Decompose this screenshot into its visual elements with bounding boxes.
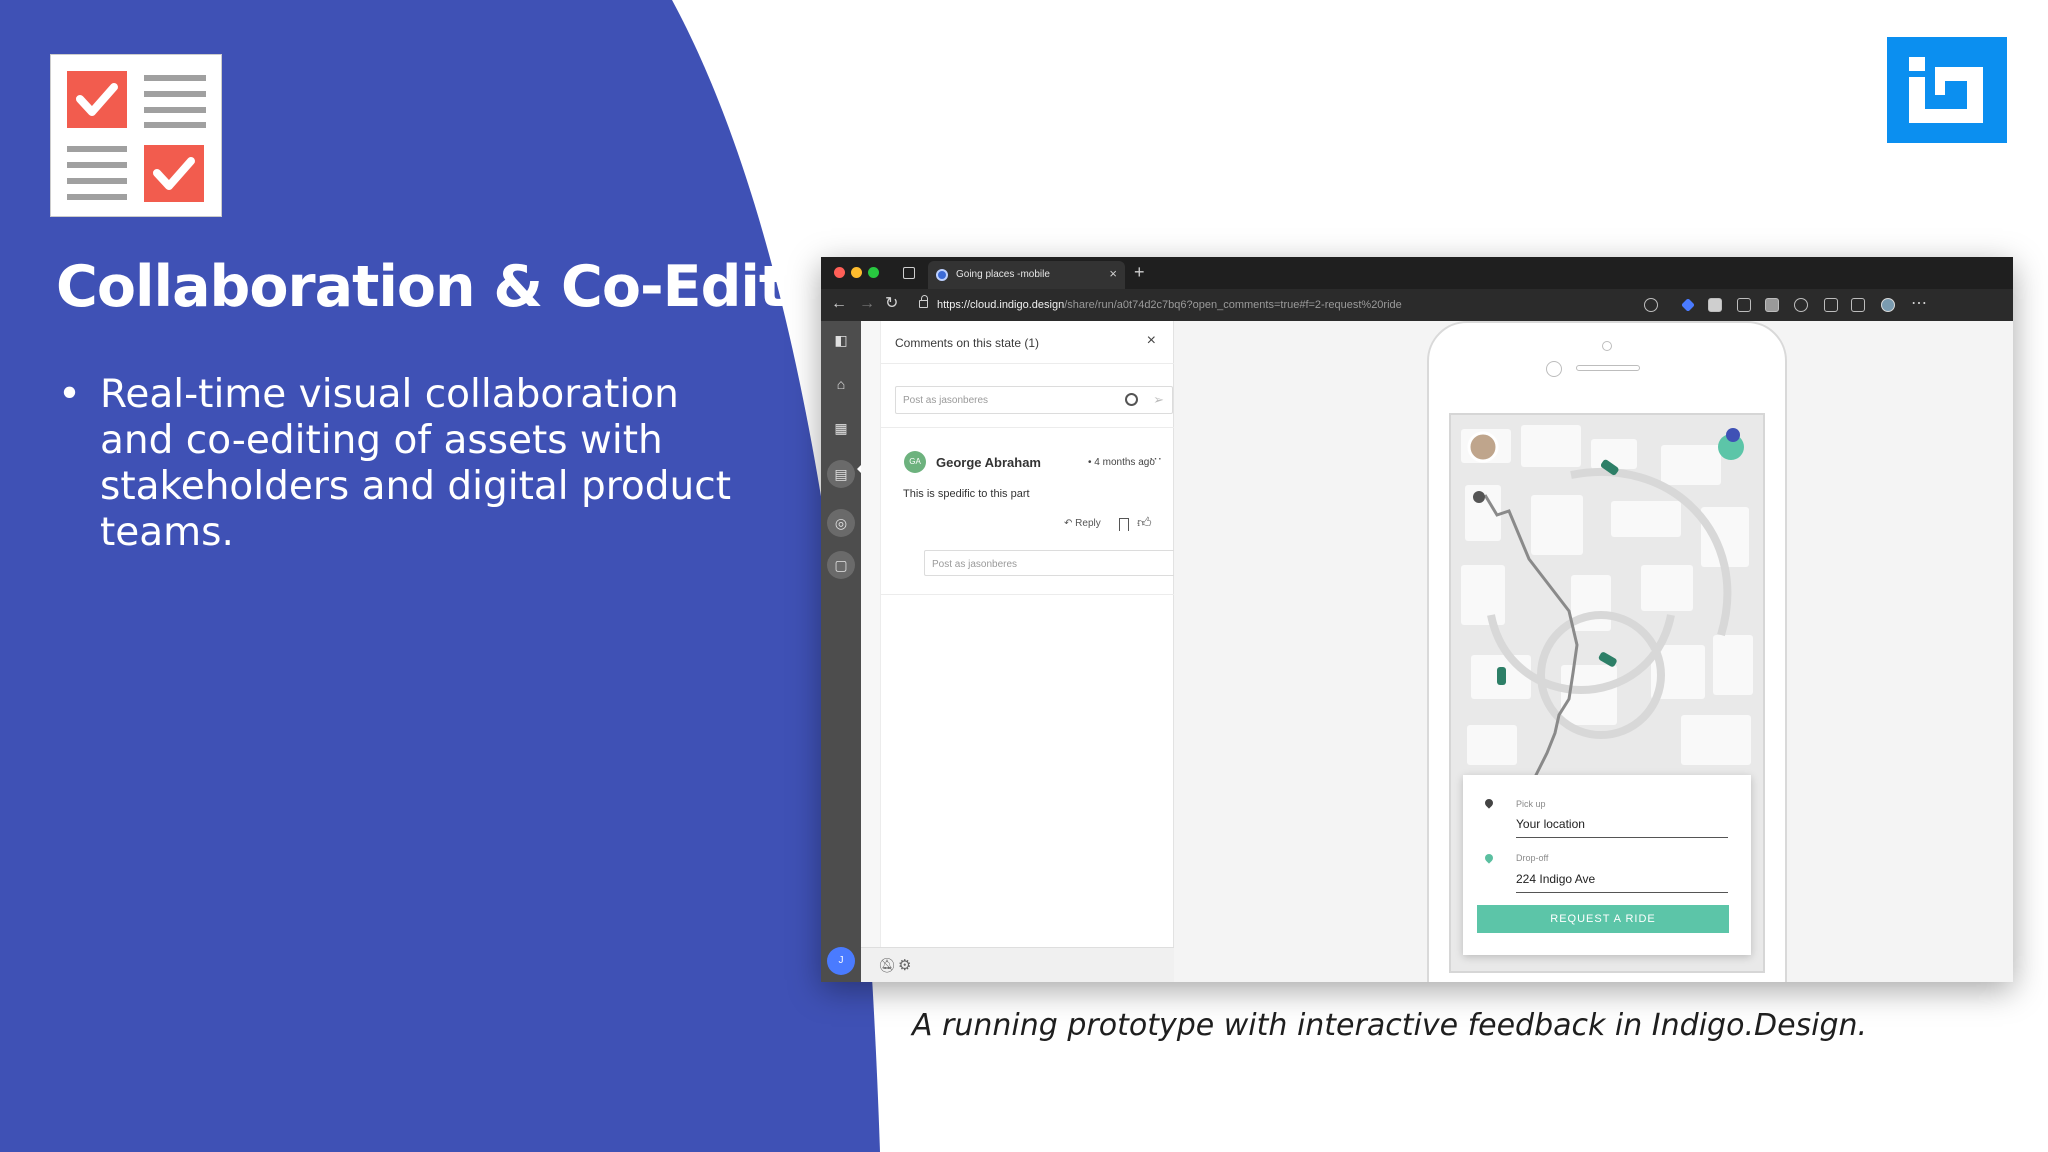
- divider: [881, 594, 1174, 595]
- send-icon[interactable]: ➢: [1153, 392, 1164, 408]
- panel-edge-strip: [861, 321, 881, 982]
- slide-caption: A running prototype with interactive fee…: [912, 1008, 1868, 1043]
- phone-camera: [1602, 341, 1612, 351]
- checklist-icon: [50, 54, 222, 217]
- address-bar: ← → ↻ https://cloud.indigo.design/share/…: [821, 289, 2013, 321]
- browser-window: Going places -mobile × + ← → ↻ https://c…: [821, 257, 2013, 982]
- maximize-window-button[interactable]: [868, 267, 879, 278]
- author-avatar: GA: [904, 451, 926, 473]
- pickup-field[interactable]: Your location: [1516, 817, 1585, 831]
- pin-target-icon[interactable]: [1125, 393, 1138, 406]
- url-path: /share/run/a0t74d2c7bq6?open_comments=tr…: [1064, 299, 1402, 311]
- extension-pen-icon[interactable]: [1681, 298, 1695, 312]
- url-host: https://cloud.indigo.design: [937, 299, 1065, 311]
- reply-button[interactable]: ↶ Reply: [1064, 518, 1101, 529]
- browser-tab-bar: Going places -mobile × +: [821, 257, 2013, 289]
- post-comment-input[interactable]: Post as jasonberes ➢: [895, 386, 1173, 414]
- comment-text: This is spedific to this part: [903, 488, 1030, 500]
- phone-speaker: [1576, 365, 1640, 371]
- profile-avatar[interactable]: [1881, 298, 1895, 312]
- extensions-icon[interactable]: [1851, 298, 1865, 312]
- panel-icon[interactable]: ◧: [832, 331, 850, 349]
- browser-tab[interactable]: Going places -mobile ×: [928, 261, 1125, 289]
- extension-refresh-icon[interactable]: [1794, 298, 1808, 312]
- dropoff-field[interactable]: 224 Indigo Ave: [1516, 872, 1595, 886]
- collections-icon[interactable]: [1824, 298, 1838, 312]
- reply-input[interactable]: Post as jasonberes ➢: [924, 550, 1194, 576]
- slide-bullet-list: Real-time visual collaboration and co-ed…: [56, 372, 756, 556]
- thumbs-up-icon[interactable]: 👍︎: [1137, 514, 1152, 531]
- dropoff-underline: [1516, 892, 1728, 893]
- lock-icon: [919, 295, 928, 308]
- request-ride-button[interactable]: REQUEST A RIDE: [1477, 905, 1729, 933]
- reply-placeholder: Post as jasonberes: [932, 559, 1018, 570]
- comments-panel: Comments on this state (1) × Post as jas…: [861, 321, 1194, 982]
- comments-title: Comments on this state (1): [895, 336, 1040, 350]
- pickup-label: Pick up: [1516, 799, 1546, 809]
- sidebar-toggle-icon[interactable]: [903, 267, 915, 279]
- extension-image-icon[interactable]: [1737, 298, 1751, 312]
- favorite-star-icon[interactable]: [1644, 298, 1658, 312]
- dropoff-label: Drop-off: [1516, 853, 1549, 863]
- phone-frame: Pick up Your location Drop-off 224 Indig…: [1427, 321, 1787, 982]
- minimize-window-button[interactable]: [851, 267, 862, 278]
- note-icon[interactable]: ▢: [827, 551, 855, 579]
- prototype-canvas: Pick up Your location Drop-off 224 Indig…: [1174, 321, 2013, 982]
- extension-shield-icon[interactable]: [1708, 298, 1722, 312]
- bookmark-icon[interactable]: [1119, 518, 1129, 531]
- indigo-design-logo: [1887, 37, 2007, 143]
- dropoff-pin-icon: [1483, 852, 1495, 864]
- gear-icon[interactable]: ⚙: [898, 956, 911, 974]
- notifications-off-icon[interactable]: 🔕︎: [878, 957, 896, 974]
- comment-more-icon[interactable]: ⋯: [1149, 451, 1162, 467]
- tab-title: Going places -mobile: [956, 269, 1050, 280]
- slide-title: Collaboration & Co-Editing: [56, 254, 884, 320]
- home-icon[interactable]: ⌂: [832, 375, 850, 393]
- more-menu-icon[interactable]: ⋯: [1911, 293, 1927, 313]
- reload-icon[interactable]: ↻: [885, 295, 898, 313]
- close-icon[interactable]: ×: [1147, 332, 1156, 350]
- comment-timestamp: • 4 months ago: [1088, 457, 1155, 468]
- ride-request-card: Pick up Your location Drop-off 224 Indig…: [1463, 775, 1751, 955]
- new-tab-icon[interactable]: +: [1134, 261, 1145, 283]
- phone-sensor: [1546, 361, 1562, 377]
- forward-arrow-icon[interactable]: →: [859, 295, 875, 313]
- pickup-underline: [1516, 837, 1728, 838]
- slide-bullet: Real-time visual collaboration and co-ed…: [56, 372, 756, 556]
- comments-footer: 🔕︎ ⚙: [861, 947, 1174, 982]
- divider: [881, 427, 1174, 428]
- post-placeholder: Post as jasonberes: [903, 395, 989, 406]
- pickup-pin-icon: [1483, 797, 1495, 809]
- target-icon[interactable]: ◎: [827, 509, 855, 537]
- tab-close-icon[interactable]: ×: [1109, 267, 1117, 281]
- back-arrow-icon[interactable]: ←: [831, 295, 847, 313]
- comments-icon[interactable]: ▤: [827, 460, 855, 488]
- close-window-button[interactable]: [834, 267, 845, 278]
- comment-author: George Abraham: [936, 455, 1041, 470]
- url-field[interactable]: https://cloud.indigo.design/share/run/a0…: [911, 293, 1511, 317]
- comments-header: Comments on this state (1) ×: [881, 321, 1174, 364]
- phone-screen: Pick up Your location Drop-off 224 Indig…: [1449, 413, 1765, 973]
- extension-puzzle-icon[interactable]: [1765, 298, 1779, 312]
- favicon-icon: [936, 269, 948, 281]
- app-sidebar: ◧ ⌂ ▦ ▤ ◎ ▢ J: [821, 321, 861, 982]
- grid-icon[interactable]: ▦: [832, 419, 850, 437]
- url-text: https://cloud.indigo.design/share/run/a0…: [937, 299, 1402, 311]
- user-avatar[interactable]: J: [827, 947, 855, 975]
